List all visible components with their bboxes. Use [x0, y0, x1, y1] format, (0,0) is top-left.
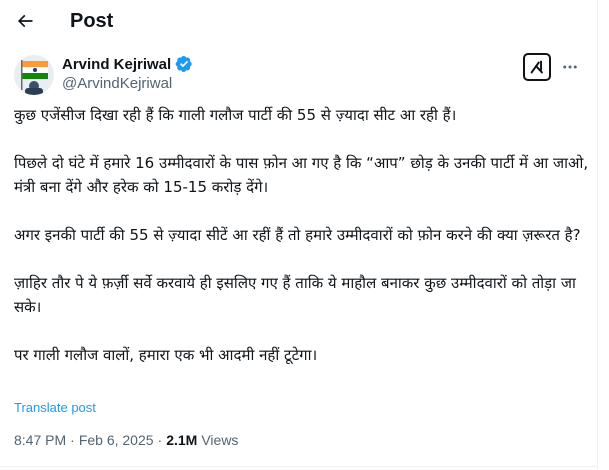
post-time[interactable]: 8:47 PM [14, 432, 66, 448]
views-count: 2.1M [166, 432, 198, 448]
meta-separator: · [157, 432, 163, 448]
tweet-text: कुछ एजेंसीज दिखा रही हैं कि गाली गलौज पा… [14, 103, 589, 367]
more-button[interactable] [559, 56, 581, 78]
page-title: Post [70, 10, 114, 32]
more-icon [563, 65, 577, 69]
tweet-paragraph: अगर इनकी पार्टी की 55 से ज़्यादा सीटें आ… [14, 226, 581, 244]
avatar-image [14, 55, 54, 95]
author-name-row[interactable]: Arvind Kejriwal [62, 55, 193, 73]
tweet-paragraph: कुछ एजेंसीज दिखा रही हैं कि गाली गलौज पा… [14, 106, 457, 124]
tweet-paragraph: पिछले दो घंटे में हमारे 16 उम्मीदवारों क… [14, 154, 589, 196]
tweet-paragraph: पर गाली गलौज वालों, हमारा एक भी आदमी नही… [14, 346, 318, 364]
arrow-left-icon [17, 14, 33, 28]
post-metadata: 8:47 PM · Feb 6, 2025 · 2.1M Views [14, 432, 238, 448]
post-page: Post Arvind Kejriwal @ArvindKejriwal कुछ… [0, 0, 609, 470]
author-handle[interactable]: @ArvindKejriwal [62, 75, 172, 92]
views-label: Views [201, 432, 239, 448]
avatar[interactable] [14, 55, 54, 95]
grok-button[interactable] [523, 53, 551, 81]
grok-icon [530, 60, 543, 74]
back-button[interactable] [12, 8, 38, 34]
divider [0, 466, 597, 467]
post-date[interactable]: Feb 6, 2025 [79, 432, 154, 448]
translate-post-link[interactable]: Translate post [14, 400, 96, 415]
author-name[interactable]: Arvind Kejriwal [62, 56, 171, 73]
post-header: Post [0, 0, 597, 44]
tweet-paragraph: ज़ाहिर तौर पे ये फ़र्ज़ी सर्वे करवाये ही… [14, 274, 576, 316]
column-border [597, 0, 598, 470]
verified-badge-icon [175, 55, 192, 73]
meta-separator: · [70, 432, 75, 448]
